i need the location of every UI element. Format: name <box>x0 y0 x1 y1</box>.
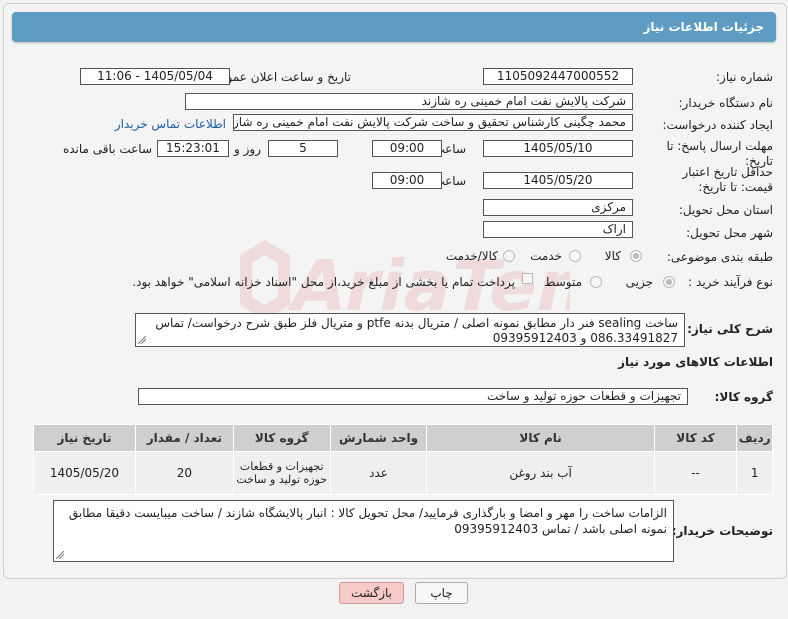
need-number-field: 1105092447000552 <box>483 68 633 85</box>
items-table: ردیف کد کالا نام کالا واحد شمارش گروه کا… <box>33 424 773 495</box>
table-row[interactable]: 1 -- آب بند روغن عدد تجهیزات و قطعات حوز… <box>33 451 773 495</box>
category-option-service: خدمت <box>530 249 562 263</box>
province-field: مرکزی <box>483 199 633 216</box>
purchase-option-medium: متوسط <box>544 275 582 289</box>
goods-info-title: اطلاعات کالاهای مورد نیاز <box>618 355 773 369</box>
category-option-goods-service: کالا/خدمت <box>445 249 498 263</box>
category-option-goods: کالا <box>604 249 621 263</box>
category-radio-goods[interactable] <box>630 250 642 262</box>
buyer-notes-text: الزامات ساخت را مهر و امضا و بارگذاری فر… <box>68 506 667 536</box>
city-label: شهر محل تحویل: <box>686 226 773 240</box>
cell-code: -- <box>653 451 738 495</box>
col-header-name: نام کالا <box>426 424 655 452</box>
treasury-payment-checkbox[interactable] <box>522 273 533 284</box>
days-label: روز و <box>234 142 261 156</box>
table-header-row: ردیف کد کالا نام کالا واحد شمارش گروه کا… <box>33 424 773 452</box>
deadline-date-field: 1405/05/10 <box>483 140 633 157</box>
page-title: جزئیات اطلاعات نیاز <box>643 20 764 34</box>
announce-date-field: 1405/05/04 - 11:06 <box>80 68 230 85</box>
col-header-date: تاریخ نیاز <box>33 424 136 452</box>
goods-group-field: تجهیزات و قطعات حوزه تولید و ساخت <box>138 388 688 405</box>
description-textarea[interactable]: ساخت sealing فنر دار مطابق نمونه اصلی / … <box>135 313 685 347</box>
purchase-type-label: نوع فرآیند خرید : <box>688 275 773 289</box>
print-button[interactable]: چاپ <box>415 582 468 604</box>
col-header-code: کد کالا <box>653 424 738 452</box>
col-header-quantity: تعداد / مقدار <box>134 424 234 452</box>
city-field: اراک <box>483 221 633 238</box>
goods-group-label: گروه کالا: <box>714 390 773 404</box>
buyer-org-field: شرکت پالایش نفت امام خمینی ره شازند <box>185 93 633 110</box>
cell-group: تجهیزات و قطعات حوزه تولید و ساخت <box>232 451 331 495</box>
resize-grip-icon[interactable] <box>56 551 64 559</box>
description-text: ساخت sealing فنر دار مطابق نمونه اصلی / … <box>155 316 678 345</box>
cell-row-number: 1 <box>736 451 773 495</box>
page-header: جزئیات اطلاعات نیاز <box>12 12 776 42</box>
buyer-contact-link[interactable]: اطلاعات تماس خریدار <box>115 117 226 131</box>
cell-unit: عدد <box>329 451 428 495</box>
col-header-row-number: ردیف <box>736 424 773 452</box>
days-remaining-field: 5 <box>268 140 338 157</box>
cell-date: 1405/05/20 <box>33 451 136 495</box>
purchase-option-partial: جزیی <box>625 275 653 289</box>
cell-quantity: 20 <box>134 451 234 495</box>
resize-grip-icon[interactable] <box>138 336 146 344</box>
requester-label: ایجاد کننده درخواست: <box>662 118 773 132</box>
validity-label: حداقل تاریخ اعتبار قیمت: تا تاریخ: <box>682 165 773 194</box>
need-number-label: شماره نیاز: <box>716 70 773 84</box>
description-label: شرح کلی نیاز: <box>687 322 773 336</box>
category-radio-service[interactable] <box>569 250 581 262</box>
cell-name: آب بند روغن <box>426 451 655 495</box>
back-button[interactable]: بازگشت <box>339 582 404 604</box>
category-radio-goods-service[interactable] <box>503 250 515 262</box>
col-header-unit: واحد شمارش <box>329 424 428 452</box>
buyer-notes-textarea[interactable]: الزامات ساخت را مهر و امضا و بارگذاری فر… <box>53 500 674 562</box>
purchase-radio-medium[interactable] <box>590 276 602 288</box>
requester-field: محمد چگینی کارشناس تحقیق و ساخت شرکت پال… <box>233 114 633 131</box>
validity-date-field: 1405/05/20 <box>483 172 633 189</box>
col-header-group: گروه کالا <box>232 424 331 452</box>
category-label: طبقه بندی موضوعی: <box>666 250 773 264</box>
remaining-time-label: ساعت باقی مانده <box>62 142 152 156</box>
buyer-org-label: نام دستگاه خریدار: <box>678 96 774 110</box>
deadline-time-field: 09:00 <box>372 140 442 157</box>
province-label: استان محل تحویل: <box>678 203 773 217</box>
purchase-radio-partial[interactable] <box>663 276 675 288</box>
validity-time-field: 09:00 <box>372 172 442 189</box>
buyer-notes-label: توضیحات خریدار: <box>671 524 773 538</box>
remaining-time-field: 15:23:01 <box>157 140 229 157</box>
payment-note: پرداخت تمام یا بخشی از مبلغ خرید،از محل … <box>132 275 515 289</box>
